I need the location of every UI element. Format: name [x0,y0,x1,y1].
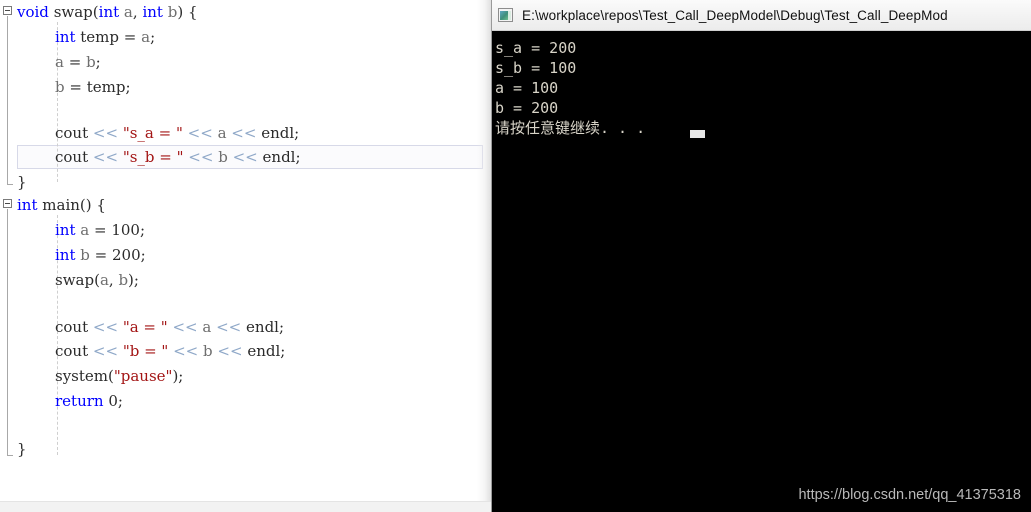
console-output-area[interactable]: s_a = 200 s_b = 100 a = 100 b = 200 请按任意… [492,31,1031,512]
code-editor-pane[interactable]: void swap(int a, int b) { int temp = a; … [0,0,491,512]
editor-horizontal-scrollbar[interactable] [0,501,491,512]
console-output-line: s_a = 200 [495,39,577,57]
code-line-9[interactable]: int a = 100; [55,218,145,243]
editor-outlining-gutter[interactable] [0,0,18,501]
code-line-15[interactable]: system("pause"); [55,364,183,389]
console-window-icon [498,8,513,22]
console-window[interactable]: E:\workplace\repos\Test_Call_DeepModel\D… [491,0,1031,512]
console-prompt-line: 请按任意键继续. . . [495,119,664,137]
console-titlebar[interactable]: E:\workplace\repos\Test_Call_DeepModel\D… [492,0,1031,31]
code-line-6[interactable]: cout << "s_b = " << b << endl; [55,145,301,170]
fold-collapse-icon-main[interactable] [3,199,12,208]
outline-vertical-line-swap [7,16,8,184]
console-title-text: E:\workplace\repos\Test_Call_DeepModel\D… [522,7,948,23]
code-line-14[interactable]: cout << "b = " << b << endl; [55,339,285,364]
code-line-3[interactable]: b = temp; [55,75,131,100]
code-line-7[interactable]: } [17,170,27,195]
code-line-0[interactable]: void swap(int a, int b) { [17,0,198,25]
code-line-2[interactable]: a = b; [55,50,101,75]
console-output-line: b = 200 [495,99,559,117]
code-line-10[interactable]: int b = 200; [55,243,146,268]
fold-collapse-icon-swap[interactable] [3,6,12,15]
console-block-cursor [690,130,705,138]
console-output-line: a = 100 [495,79,559,97]
code-line-5[interactable]: cout << "s_a = " << a << endl; [55,121,299,146]
code-line-13[interactable]: cout << "a = " << a << endl; [55,315,284,340]
outline-foot-swap [7,184,13,185]
outline-vertical-line-main [7,209,8,455]
console-output-line: s_b = 100 [495,59,577,77]
outline-foot-main [7,455,13,456]
screenshot-root: void swap(int a, int b) { int temp = a; … [0,0,1031,512]
editor-vertical-scrollbar[interactable] [477,0,491,501]
code-line-8[interactable]: int main() { [17,193,106,218]
code-line-1[interactable]: int temp = a; [55,25,155,50]
code-line-11[interactable]: swap(a, b); [55,268,139,293]
code-line-16[interactable]: return 0; [55,389,123,414]
watermark-text: https://blog.csdn.net/qq_41375318 [798,487,1021,503]
code-line-18[interactable]: } [17,437,27,462]
